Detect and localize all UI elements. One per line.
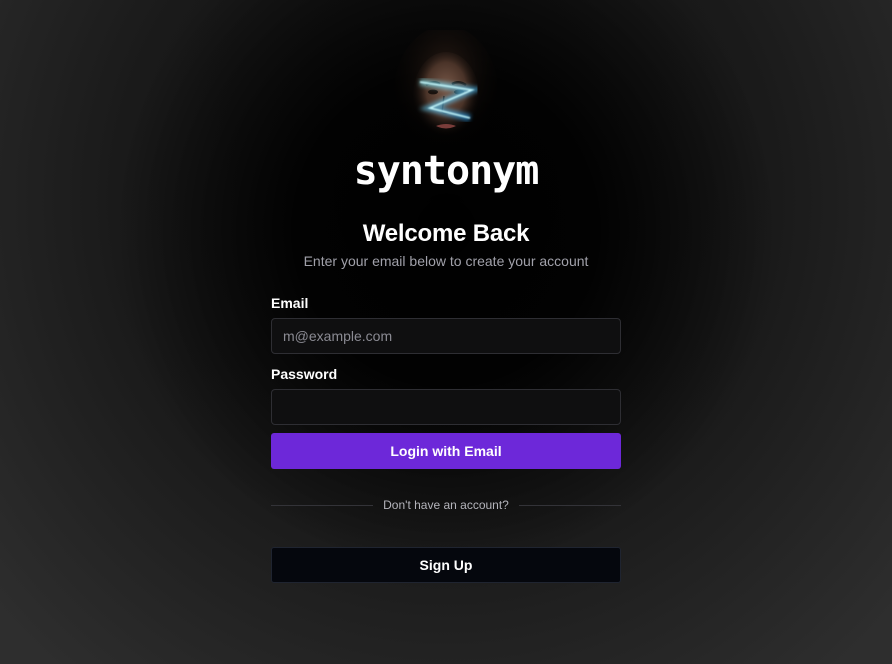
divider-line-left: [271, 504, 374, 506]
syntonym-logo: syntonym: [354, 148, 540, 194]
login-with-email-button[interactable]: Login with Email: [271, 433, 621, 469]
sign-up-button[interactable]: Sign Up: [271, 547, 621, 583]
password-input[interactable]: [271, 389, 621, 425]
header: Welcome Back Enter your email below to c…: [196, 219, 696, 271]
svg-text:syntonym: syntonym: [354, 148, 539, 194]
email-label: Email: [271, 295, 309, 311]
divider-text: Don't have an account?: [383, 498, 509, 512]
page-subtitle: Enter your email below to create your ac…: [303, 253, 589, 269]
signup-divider: Don't have an account?: [271, 496, 621, 514]
password-label: Password: [271, 366, 338, 382]
login-form: Email Password Login with Email: [271, 293, 621, 469]
divider-line-right: [518, 504, 621, 506]
email-input[interactable]: [271, 318, 621, 354]
page-title: Welcome Back: [362, 220, 530, 247]
